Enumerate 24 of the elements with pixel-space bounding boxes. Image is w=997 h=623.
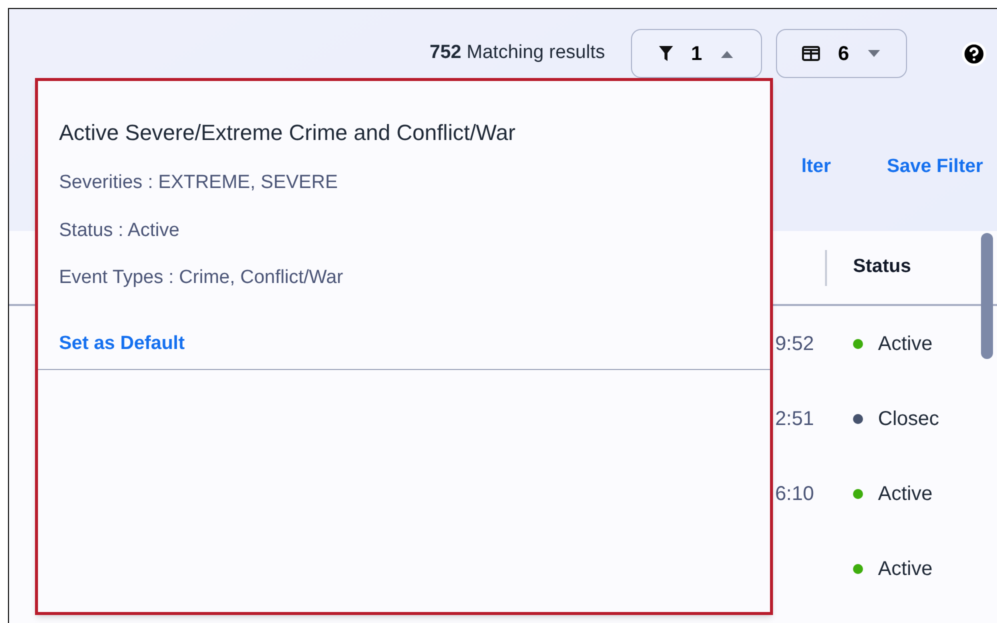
status-text: Active (878, 482, 934, 506)
filter-link[interactable]: lter (801, 153, 831, 182)
filter-detail: Status : Active (59, 218, 180, 242)
filter-link[interactable]: Save Filter (886, 153, 983, 182)
filter-icon (658, 46, 673, 61)
column-header: Status (853, 255, 912, 280)
filter-detail: Severities : EXTREME, SEVERE (59, 171, 339, 195)
filter-button[interactable]: 1 (631, 29, 762, 78)
time-cell-text: 6:10 (775, 482, 814, 506)
filter-detail: Event Types : Crime, Conflict/War (59, 266, 344, 290)
set-default-link[interactable]: Set as Default (59, 330, 185, 358)
status-text: Closec (878, 406, 940, 432)
status-text: Active (878, 332, 934, 356)
table-icon (802, 46, 820, 61)
time-cell-text: 2:51 (775, 406, 814, 432)
filter-title: Active Severe/Extreme Crime and Conflict/War (59, 119, 516, 147)
help-icon[interactable] (961, 40, 987, 66)
result-count: 752 Matching results (430, 41, 605, 66)
scrollbar[interactable] (981, 233, 993, 359)
caret-icon (720, 50, 734, 58)
columns-button[interactable]: 6 (776, 29, 907, 78)
caret-icon (867, 50, 882, 58)
time-cell-text: 9:52 (775, 332, 814, 356)
status-text: Active (878, 556, 934, 582)
